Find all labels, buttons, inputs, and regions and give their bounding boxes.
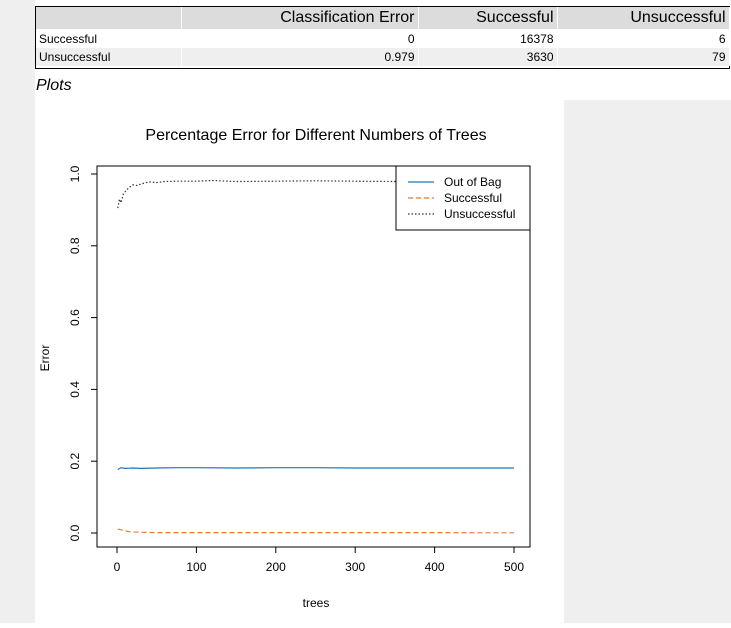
- legend-label: Unsuccessful: [444, 207, 515, 221]
- y-tick-label: 0.0: [68, 524, 82, 541]
- row-label: Unsuccessful: [36, 48, 182, 66]
- chart-title: Percentage Error for Different Numbers o…: [145, 127, 486, 144]
- x-tick-label: 500: [504, 560, 524, 574]
- legend-label: Out of Bag: [444, 175, 501, 189]
- table-cell: 3630: [418, 48, 558, 66]
- row-label: Successful: [36, 29, 182, 48]
- x-tick-label: 400: [425, 560, 445, 574]
- left-gutter: [0, 0, 35, 623]
- table-row: Successful 0 16378 6: [36, 29, 730, 48]
- header-unsuccessful: Unsuccessful: [557, 7, 730, 30]
- series-line-out-of-bag: [117, 467, 514, 471]
- table-cell: 16378: [418, 29, 558, 48]
- y-tick-label: 0.4: [68, 381, 82, 398]
- y-tick-label: 0.8: [68, 237, 82, 254]
- header-successful: Successful: [418, 7, 558, 30]
- table-cell: 0: [181, 29, 419, 48]
- error-chart: Percentage Error for Different Numbers o…: [38, 127, 531, 610]
- right-gutter: [564, 100, 731, 623]
- table-cell: 6: [557, 29, 730, 48]
- header-blank: [36, 7, 182, 30]
- legend-label: Successful: [444, 191, 502, 205]
- table-cell: 0.979: [181, 48, 419, 66]
- y-tick-label: 0.2: [68, 453, 82, 470]
- plot-panel: Percentage Error for Different Numbers o…: [35, 100, 564, 623]
- x-axis-label: trees: [303, 596, 330, 610]
- x-tick-label: 0: [114, 560, 121, 574]
- y-tick-label: 0.6: [68, 309, 82, 326]
- confusion-matrix-table: Classification Error Successful Unsucces…: [35, 6, 730, 69]
- y-axis-label: Error: [38, 345, 52, 372]
- x-tick-label: 200: [266, 560, 286, 574]
- table-header-row: Classification Error Successful Unsucces…: [36, 7, 730, 30]
- plots-section-label: Plots: [36, 77, 72, 94]
- x-tick-label: 100: [186, 560, 206, 574]
- x-tick-label: 300: [345, 560, 365, 574]
- table-row: Unsuccessful 0.979 3630 79: [36, 48, 730, 66]
- series-line-successful: [117, 528, 514, 534]
- y-tick-label: 1.0: [68, 165, 82, 182]
- header-classification-error: Classification Error: [181, 7, 419, 30]
- table-cell: 79: [557, 48, 730, 66]
- confusion-table: Classification Error Successful Unsucces…: [36, 7, 730, 66]
